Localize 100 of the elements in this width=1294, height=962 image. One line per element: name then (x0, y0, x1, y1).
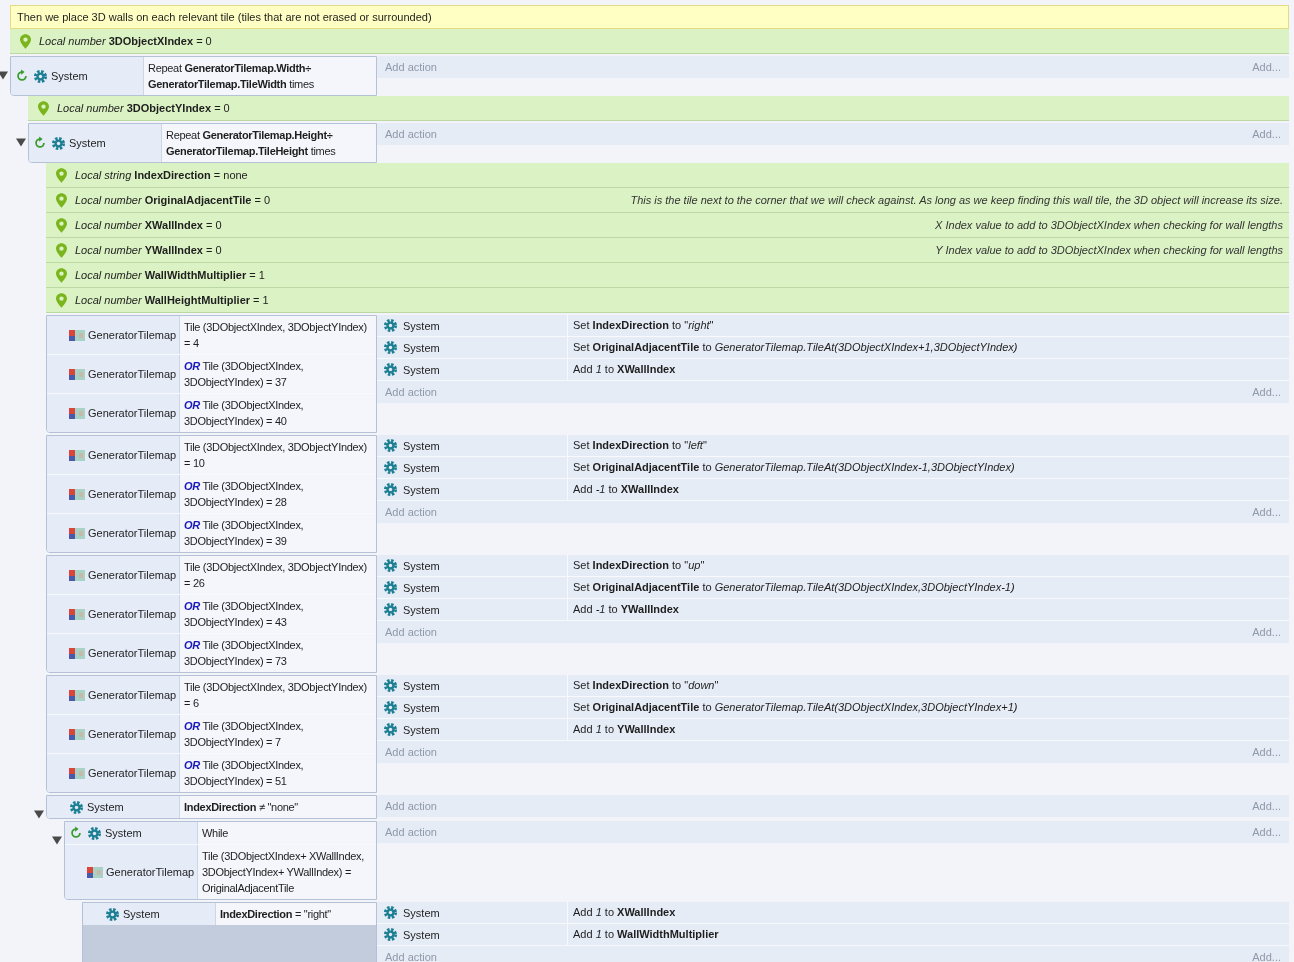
object-name: GeneratorTilemap (88, 526, 177, 541)
gear-icon (51, 135, 66, 151)
gear-icon (383, 602, 398, 617)
action-text: Add -1 to YWallIndex (567, 599, 679, 620)
add-link[interactable]: Add... (1252, 949, 1281, 962)
object-name: System (403, 438, 440, 454)
add-action-link[interactable]: Add action (385, 59, 437, 75)
add-action-link[interactable]: Add action (385, 624, 437, 640)
object-name: System (123, 907, 160, 922)
object-name: System (403, 558, 440, 574)
collapse-toggle[interactable] (34, 810, 44, 819)
action-text: Add 1 to YWallIndex (567, 719, 676, 740)
object-name: System (403, 340, 440, 356)
pin-icon (56, 292, 67, 308)
object-name: System (403, 460, 440, 476)
gear-icon (383, 580, 398, 595)
pin-icon (56, 167, 67, 183)
collapse-toggle[interactable] (0, 71, 8, 80)
pin-icon (20, 33, 31, 49)
variable-declaration: Local number WallWidthMultiplier = 1 (75, 268, 265, 283)
add-action-link[interactable]: Add action (385, 384, 437, 400)
pin-icon (56, 217, 67, 233)
action-text: Set OriginalAdjacentTile to GeneratorTilemap.TileAt(3DObjectXIndex-1,3DObjectYIndex) (567, 457, 1015, 478)
object-name: GeneratorTilemap (88, 568, 177, 583)
add-action-link[interactable]: Add action (385, 126, 437, 142)
tilemap-icon (69, 569, 85, 581)
pin-icon (38, 100, 49, 116)
object-name: GeneratorTilemap (88, 607, 177, 622)
gear-icon (33, 68, 48, 84)
object-name: System (105, 826, 142, 841)
object-name: System (51, 69, 88, 84)
gear-icon (383, 318, 398, 333)
object-name: System (403, 482, 440, 498)
object-name: System (403, 362, 440, 378)
tilemap-icon (69, 527, 85, 539)
tilemap-icon (69, 728, 85, 740)
object-name: GeneratorTilemap (88, 448, 177, 463)
action-text: Add 1 to XWallIndex (567, 902, 676, 923)
object-name: System (403, 927, 440, 943)
action-text: Set IndexDirection to "left" (567, 435, 707, 456)
add-link[interactable]: Add... (1252, 824, 1281, 840)
gear-icon (383, 460, 398, 475)
tilemap-icon (69, 767, 85, 779)
add-action-link[interactable]: Add action (385, 744, 437, 760)
object-name: GeneratorTilemap (106, 865, 195, 880)
variable-declaration: Local number 3DObjectYIndex = 0 (57, 101, 230, 116)
variable-declaration: Local number 3DObjectXIndex = 0 (39, 34, 212, 49)
object-name: System (403, 905, 440, 921)
add-link[interactable]: Add... (1252, 126, 1281, 142)
loop-icon (69, 826, 83, 840)
action-text: Set OriginalAdjacentTile to GeneratorTilemap.TileAt(3DObjectXIndex,3DObjectYIndex-1) (567, 577, 1015, 598)
gear-icon (383, 700, 398, 715)
tilemap-icon (69, 488, 85, 500)
action-text: Add 1 to XWallIndex (567, 359, 676, 380)
object-name: GeneratorTilemap (88, 367, 177, 382)
action-text: Set IndexDirection to "down" (567, 675, 719, 696)
tilemap-icon (69, 329, 85, 341)
object-name: GeneratorTilemap (88, 328, 177, 343)
add-link[interactable]: Add... (1252, 744, 1281, 760)
loop-icon (15, 69, 29, 83)
tilemap-icon (69, 647, 85, 659)
tilemap-icon (69, 407, 85, 419)
collapse-toggle[interactable] (16, 138, 26, 147)
variable-comment: This is the tile next to the corner that we will check against. As long as we keep finding this wall tile, the 3D object will increase its size. (630, 193, 1283, 208)
action-text: Set OriginalAdjacentTile to GeneratorTilemap.TileAt(3DObjectXIndex,3DObjectYIndex+1) (567, 697, 1018, 718)
add-link[interactable]: Add... (1252, 504, 1281, 520)
add-link[interactable]: Add... (1252, 798, 1281, 814)
object-name: GeneratorTilemap (88, 766, 177, 781)
add-link[interactable]: Add... (1252, 384, 1281, 400)
collapse-toggle[interactable] (52, 836, 62, 845)
add-action-link[interactable]: Add action (385, 949, 437, 962)
tilemap-icon (69, 689, 85, 701)
object-name: System (69, 136, 106, 151)
gear-icon (383, 438, 398, 453)
gear-icon (383, 340, 398, 355)
add-action-link[interactable]: Add action (385, 504, 437, 520)
object-name: System (403, 722, 440, 738)
gear-icon (69, 799, 84, 815)
object-name: System (403, 678, 440, 694)
tilemap-icon (69, 608, 85, 620)
action-text: Set IndexDirection to "right" (567, 315, 714, 336)
gear-icon (105, 906, 120, 922)
gear-icon (383, 678, 398, 693)
variable-declaration: Local number WallHeightMultiplier = 1 (75, 293, 269, 308)
add-link[interactable]: Add... (1252, 624, 1281, 640)
pin-icon (56, 267, 67, 283)
variable-declaration: Local number YWallIndex = 0 (75, 243, 222, 258)
tilemap-icon (69, 368, 85, 380)
object-name: System (87, 800, 124, 815)
gear-icon (383, 905, 398, 920)
add-link[interactable]: Add... (1252, 59, 1281, 75)
gear-icon (383, 482, 398, 497)
variable-comment: X Index value to add to 3DObjectXIndex when checking for wall lengths (935, 218, 1283, 233)
gear-icon (87, 825, 102, 841)
add-action-link[interactable]: Add action (385, 824, 437, 840)
add-action-link[interactable]: Add action (385, 798, 437, 814)
object-name: System (403, 602, 440, 618)
tilemap-icon (69, 449, 85, 461)
action-text: Set IndexDirection to "up" (567, 555, 705, 576)
object-name: System (403, 700, 440, 716)
